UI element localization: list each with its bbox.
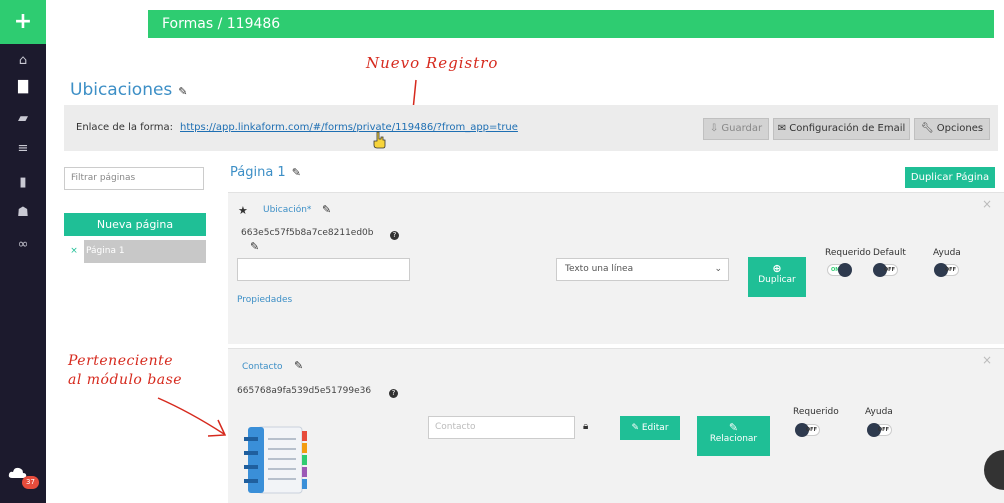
add-icon[interactable]: + [0,0,46,44]
edit-pencil-icon[interactable]: ✎ [178,85,187,98]
help-toggle-state: OFF [944,267,956,273]
notification-badge: 37 [22,476,39,489]
duplicate-page-button[interactable]: Duplicar Página [905,167,995,188]
page-title: Página 1 ✎ [230,165,301,180]
envelope-icon: ✉ [777,123,787,134]
form-title-text: Ubicaciones [70,80,173,100]
edit-id-pencil-icon[interactable]: ✎ [250,240,259,253]
star-icon[interactable]: ★ [238,204,248,217]
edit-button[interactable]: ✎ Editar [620,416,680,440]
field-type-select[interactable]: Texto una línea ⌄ [556,258,729,281]
book-icon[interactable]: ▰ [0,104,46,134]
required-toggle[interactable]: ON [827,263,852,277]
notifications-button[interactable]: 37 [8,464,39,492]
toggle-knob [838,263,852,277]
edit-page-pencil-icon[interactable]: ✎ [292,166,301,179]
field-id: 665768a9fa539d5e51799e36 [237,386,372,396]
users-icon[interactable]: ☗ [0,198,46,228]
relate-label: Relacionar [709,434,758,444]
help-question-icon[interactable]: ? [389,389,398,398]
default-label: Default [873,248,906,258]
annotation-line-2: al módulo base [68,372,183,388]
help-toggle[interactable]: OFF [934,263,959,277]
form-link-label: Enlace de la forma: [76,122,173,133]
help-label: Ayuda [865,407,893,417]
required-label: Requerido [793,407,839,417]
pencil-icon: ✎ [728,421,739,434]
filter-pages-input[interactable]: Filtrar páginas [64,167,204,190]
form-link-bar: Enlace de la forma: https://app.linkafor… [64,105,998,151]
edit-label: Editar [641,423,669,433]
chart-icon[interactable]: ▮ [0,168,46,198]
duplicate-field-label: Duplicar [758,275,796,285]
pencil-icon: ✎ [631,423,639,433]
page-list-item-label[interactable]: Página 1 [84,240,206,263]
help-toggle[interactable]: OFF [867,423,892,437]
chevron-down-icon: ⌄ [714,264,722,274]
form-link-url[interactable]: https://app.linkaform.com/#/forms/privat… [180,122,518,133]
list-icon[interactable]: ≡ [0,134,46,164]
annotation-perteneciente: Perteneciente al módulo base [68,352,182,390]
duplicate-field-button[interactable]: ⊕ Duplicar [748,257,806,297]
properties-link[interactable]: Propiedades [237,295,292,305]
annotation-arrow-right [157,397,227,437]
email-config-button[interactable]: ✉ Configuración de Email [773,118,910,140]
contact-input[interactable]: Contacto [428,416,575,439]
default-toggle-state: OFF [883,267,895,273]
annotation-line-1: Perteneciente [68,353,174,369]
header-title: Formas / 119486 [162,16,281,32]
field-title: Contacto [242,362,283,372]
save-icon: ⇩ [709,123,719,134]
help-question-icon[interactable]: ? [390,231,399,240]
field-id: 663e5c57f5b8a7ce8211ed0b [241,228,374,238]
required-label: Requerido [825,248,871,258]
annotation-nuevo-registro: Nuevo Registro [366,54,499,72]
close-field-icon[interactable]: × [982,197,992,211]
default-toggle[interactable]: OFF [873,263,898,277]
field-type-value: Texto una línea [565,264,634,274]
lock-icon: 🔒︎ [583,421,589,432]
field-card-contacto: × Contacto ✎ 665768a9fa539d5e51799e36 ? … [228,348,1004,503]
relate-button[interactable]: ✎ Relacionar [697,416,770,456]
help-toggle-state: OFF [877,427,889,433]
email-config-label: Configuración de Email [789,123,906,134]
plus-circle-icon: ⊕ [772,262,782,275]
help-label: Ayuda [933,248,961,258]
new-page-button[interactable]: Nueva página [64,213,206,236]
link-icon[interactable]: ∞ [0,230,46,260]
save-button[interactable]: ⇩ Guardar [703,118,769,140]
remove-page-icon[interactable]: × [64,240,84,263]
edit-field-pencil-icon[interactable]: ✎ [294,359,303,372]
sidebar: + ⌂ ▇ ▰ ≡ ▮ ☗ ∞ 37 [0,0,46,503]
document-icon[interactable]: ▇ [0,72,46,102]
field-title: Ubicación* [263,205,312,215]
page-list-item[interactable]: × Página 1 [64,240,206,263]
required-toggle-state: OFF [805,427,817,433]
header-bar: Formas / 119486 [148,10,994,38]
options-button[interactable]: 🔧︎ Opciones [914,118,990,140]
required-toggle[interactable]: OFF [795,423,820,437]
close-field-icon[interactable]: × [982,353,992,367]
catalog-notebook-icon [240,419,312,499]
save-label: Guardar [721,123,763,134]
hand-cursor-icon [373,131,386,149]
page-title-text: Página 1 [230,165,286,180]
form-title: Ubicaciones ✎ [70,80,188,100]
edit-field-pencil-icon[interactable]: ✎ [322,203,331,216]
field-label-input[interactable] [237,258,410,281]
wrench-icon: 🔧︎ [920,123,934,134]
options-label: Opciones [936,123,984,134]
field-card-ubicacion: × ★ Ubicación* ✎ 663e5c57f5b8a7ce8211ed0… [228,192,1004,344]
